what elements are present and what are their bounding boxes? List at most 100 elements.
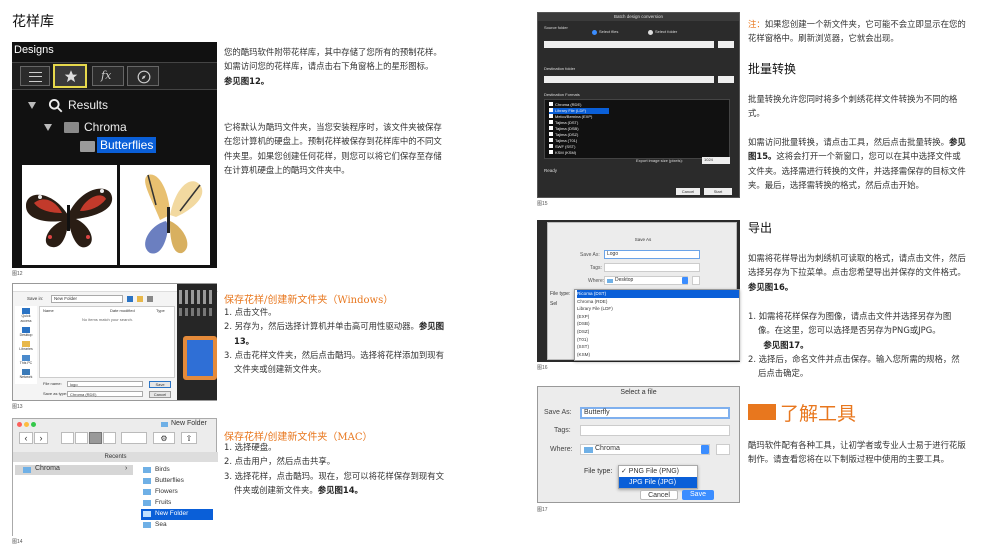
dropdown-option[interactable]: (DSZ): [577, 328, 739, 336]
folder-item[interactable]: Sea: [141, 520, 213, 531]
dropdown-option[interactable]: (KSM): [577, 351, 739, 359]
column-name[interactable]: Name: [43, 308, 54, 313]
minimize-window-button[interactable]: [24, 422, 29, 427]
figure-caption: 图15: [537, 201, 548, 207]
file-type-option[interactable]: ✓ PNG File (PNG): [619, 466, 697, 477]
checkbox[interactable]: [549, 102, 553, 106]
figure-caption: 图12: [12, 271, 23, 277]
tags-input[interactable]: [580, 425, 730, 436]
export-size-input[interactable]: 1024: [702, 157, 730, 164]
dropdown-option[interactable]: (DSB): [577, 320, 739, 328]
save-button[interactable]: Save: [682, 490, 714, 500]
cancel-button[interactable]: Cancel: [676, 188, 700, 195]
folder-icon: [64, 122, 79, 133]
cancel-button[interactable]: Cancel: [149, 391, 171, 398]
file-type-dropdown[interactable]: Ricoma (DST) Chroma (RDE) Library File (…: [574, 289, 740, 361]
chevron-right-icon: ›: [125, 465, 128, 472]
window-title: New Folder: [171, 420, 207, 427]
destination-folder-label: Destination folder: [544, 66, 576, 71]
status-text: Ready: [544, 168, 558, 173]
dropdown-option[interactable]: Chroma (RDE): [577, 298, 739, 306]
mac-steps: 1. 选择硬盘。 2. 点击用户，然后点击共享。 3. 选择花样，点击酷玛。现在…: [224, 440, 446, 497]
expand-button[interactable]: [716, 444, 730, 455]
save-in-select[interactable]: New Folder: [51, 295, 123, 303]
list-view-button[interactable]: [20, 66, 50, 86]
file-name-input[interactable]: logo: [67, 381, 143, 387]
save-as-type-select[interactable]: Chroma (RDE): [67, 391, 143, 397]
tree-item-results[interactable]: Results: [28, 98, 208, 116]
chevron-updown-icon[interactable]: [701, 445, 709, 454]
where-select[interactable]: Chroma: [580, 444, 710, 455]
function-button[interactable]: fx: [92, 66, 124, 86]
checkbox[interactable]: [549, 120, 553, 124]
share-icon[interactable]: ⇧: [181, 432, 197, 444]
checkbox[interactable]: [549, 150, 553, 154]
save-as-input[interactable]: Butterfly: [580, 407, 730, 419]
butterfly-thumbnail-yellow[interactable]: [120, 165, 210, 265]
dropdown-option[interactable]: (SST): [577, 343, 739, 351]
checkbox[interactable]: [549, 132, 553, 136]
file-type-dropdown[interactable]: ✓ PNG File (PNG) JPG File (JPG): [618, 465, 698, 489]
list-view-button[interactable]: [75, 432, 88, 444]
place-desktop[interactable]: Desktop: [16, 327, 36, 338]
save-as-dialog: Save As Save As: Logo Tags: Where: Deskt…: [547, 222, 740, 361]
column-type[interactable]: Type: [156, 308, 165, 313]
destination-folder-input[interactable]: [544, 76, 714, 83]
dropdown-option-selected[interactable]: Ricoma (DST): [577, 290, 739, 298]
recents-tab[interactable]: Recents: [13, 452, 218, 462]
column-date[interactable]: Date modified: [110, 308, 135, 313]
folder-item-selected[interactable]: New Folder: [141, 509, 213, 520]
format-item[interactable]: KSM (KSM): [549, 150, 609, 156]
icon-view-button[interactable]: [61, 432, 74, 444]
destination-browse-button[interactable]: [718, 76, 734, 83]
note-paragraph: 注：如果您创建一个新文件夹，它可能不会立即显示在您的花样窗格中。刷新浏览器，它就…: [748, 17, 968, 46]
checkbox[interactable]: [549, 126, 553, 130]
group-button[interactable]: [121, 432, 147, 444]
zoom-window-button[interactable]: [31, 422, 36, 427]
checkbox[interactable]: [549, 144, 553, 148]
file-list[interactable]: Name Date modified Type No items match y…: [39, 306, 175, 378]
gallery-view-button[interactable]: [103, 432, 116, 444]
dropdown-option[interactable]: (T01): [577, 336, 739, 344]
column-view-button[interactable]: [89, 432, 102, 444]
tree-item-chroma[interactable]: Chroma: [44, 120, 214, 138]
column-item-chroma[interactable]: Chroma ›: [15, 465, 133, 475]
close-window-button[interactable]: [17, 422, 22, 427]
file-type-option-selected[interactable]: JPG File (JPG): [619, 477, 697, 488]
folder-item[interactable]: Butterflies: [141, 476, 213, 487]
place-this-pc[interactable]: This PC: [16, 355, 36, 366]
source-folder-input[interactable]: [544, 41, 714, 48]
place-quick-access[interactable]: Quick access: [16, 308, 36, 324]
forward-button[interactable]: ›: [34, 432, 48, 444]
butterfly-thumbnail-red[interactable]: [22, 165, 117, 265]
step-item: 1. 点击文件。: [224, 307, 277, 317]
cancel-button[interactable]: Cancel: [640, 490, 678, 500]
favorites-button[interactable]: [53, 64, 87, 88]
where-select[interactable]: Desktop: [604, 276, 688, 285]
back-button[interactable]: ‹: [19, 432, 33, 444]
expand-button[interactable]: [692, 276, 700, 285]
dropdown-option[interactable]: (EXP): [577, 313, 739, 321]
gear-icon[interactable]: ⚙: [153, 432, 175, 444]
compass-button[interactable]: [127, 66, 159, 86]
save-as-input[interactable]: Logo: [604, 250, 700, 259]
tree-item-butterflies[interactable]: Butterflies: [76, 137, 206, 155]
place-libraries[interactable]: Libraries: [16, 341, 36, 352]
folder-item[interactable]: Birds: [141, 465, 213, 476]
checkbox[interactable]: [549, 114, 553, 118]
folder-item[interactable]: Flowers: [141, 487, 213, 498]
save-button[interactable]: Save: [149, 381, 171, 388]
radio-select-files[interactable]: [592, 30, 597, 35]
dropdown-option[interactable]: Library File (LDF): [577, 305, 739, 313]
place-network[interactable]: Network: [16, 369, 36, 380]
folder-nav-icons[interactable]: [127, 296, 167, 302]
radio-select-folder[interactable]: [648, 30, 653, 35]
checkbox[interactable]: [549, 138, 553, 142]
formats-list[interactable]: Chroma (RDE) Library File (LDF) Melco/Be…: [544, 99, 730, 159]
start-button[interactable]: Start: [704, 188, 732, 195]
folder-item[interactable]: Fruits: [141, 498, 213, 509]
tags-input[interactable]: [604, 263, 700, 272]
source-browse-button[interactable]: [718, 41, 734, 48]
chevron-updown-icon[interactable]: [682, 277, 688, 284]
checkbox[interactable]: [549, 108, 553, 112]
